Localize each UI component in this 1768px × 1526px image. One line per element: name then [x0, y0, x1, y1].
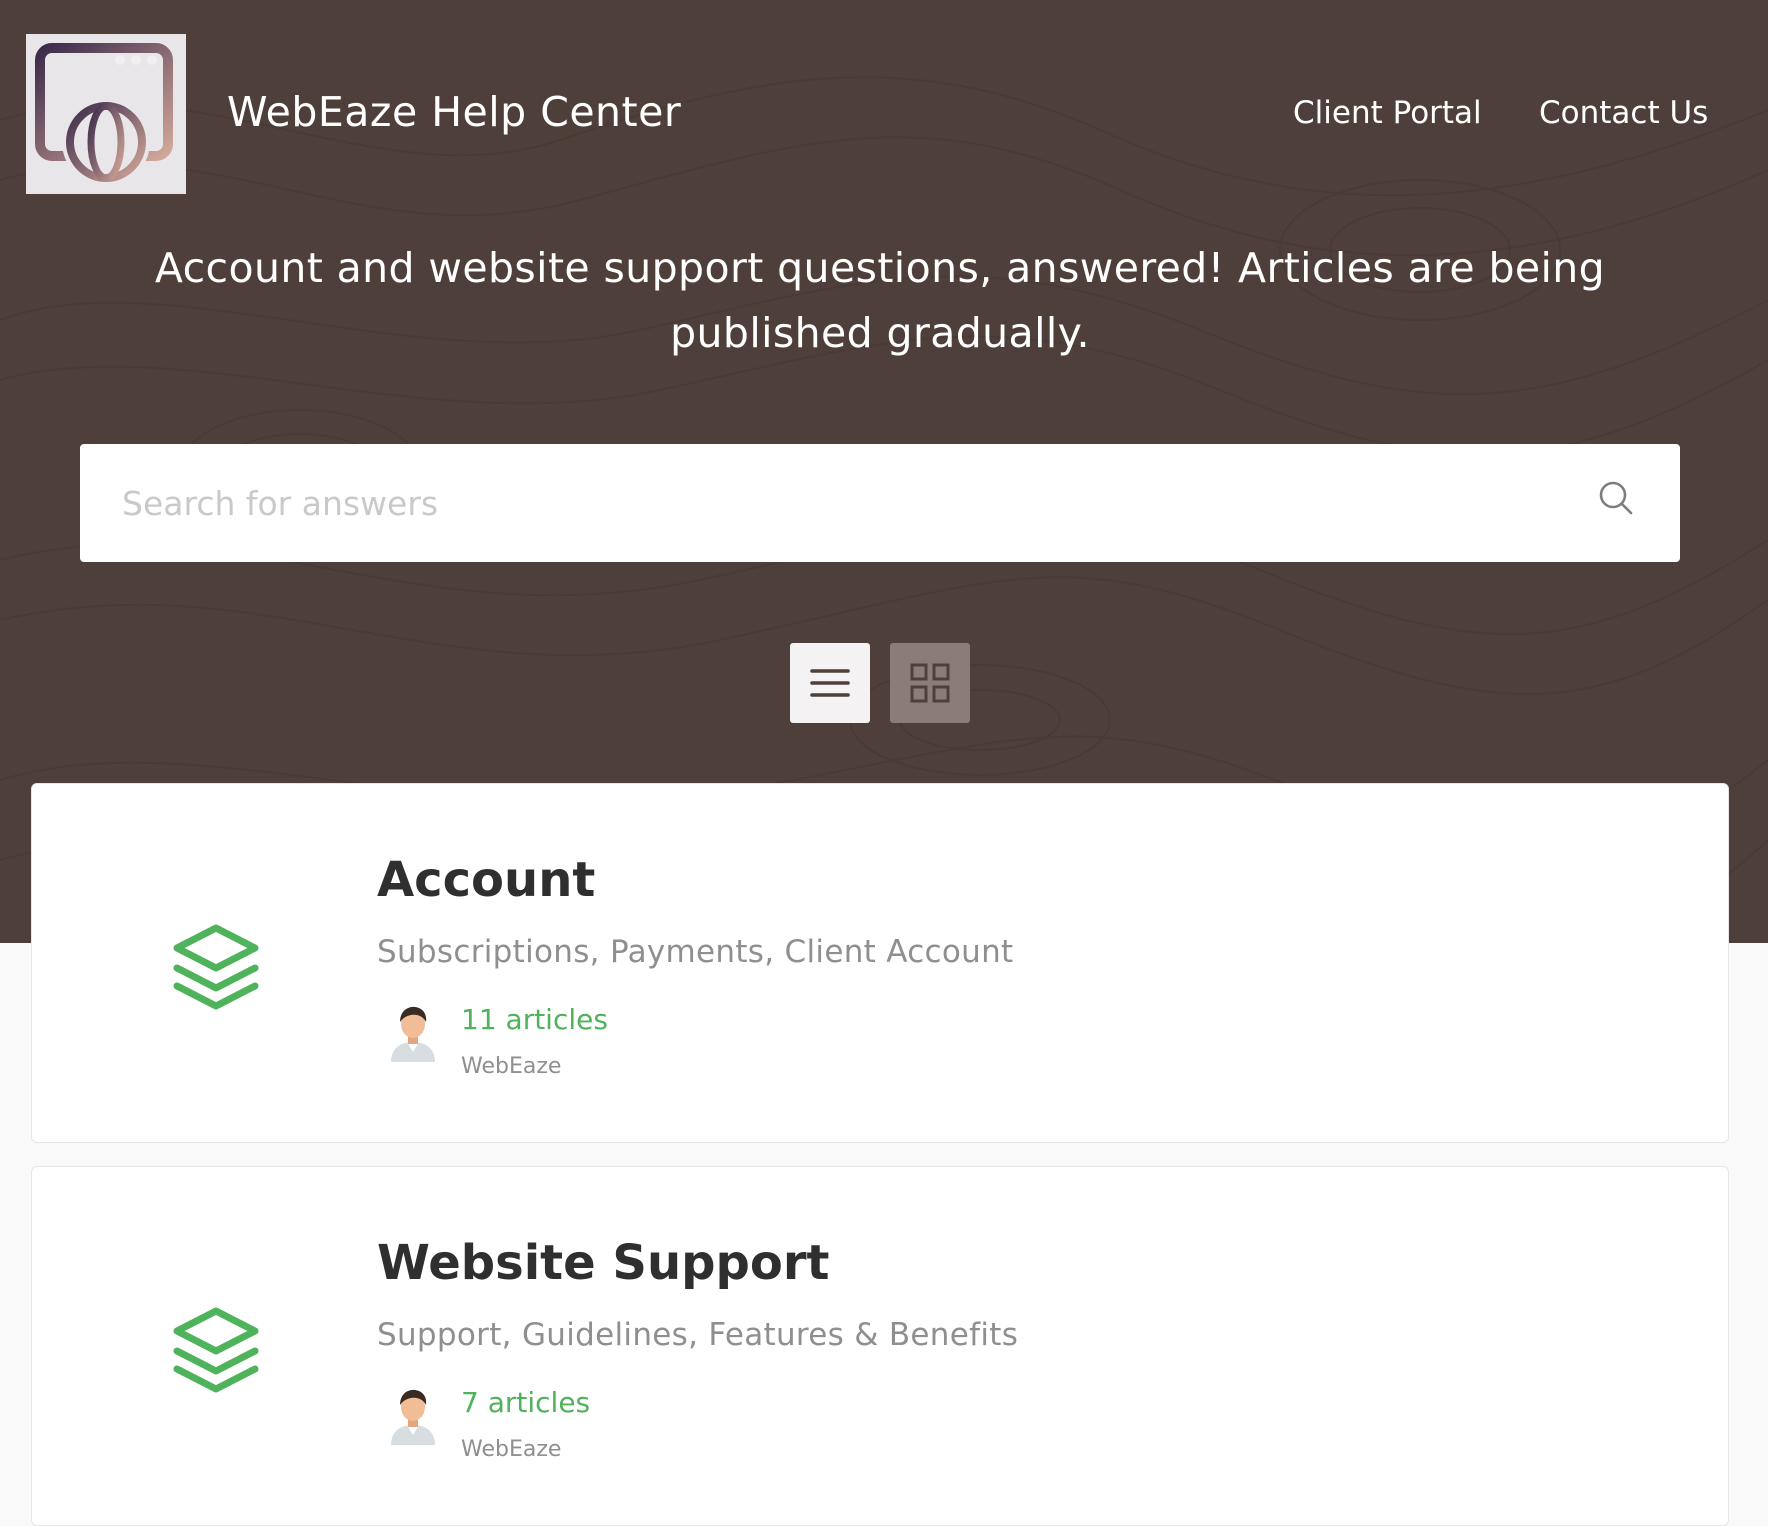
nav-contact-us-link[interactable]: Contact Us: [1539, 95, 1708, 131]
category-description: Support, Guidelines, Features & Benefits: [377, 1317, 1019, 1353]
author-name: WebEaze: [461, 1437, 562, 1462]
search-input[interactable]: [122, 444, 1562, 562]
search-bar[interactable]: [80, 444, 1680, 562]
layers-icon: [173, 924, 259, 1010]
layers-icon: [173, 1307, 259, 1393]
author-avatar: [391, 1389, 435, 1445]
list-icon: [810, 669, 850, 697]
category-title[interactable]: Account: [377, 852, 595, 908]
brand-logo[interactable]: [26, 34, 186, 194]
hero-tagline: Account and website support questions, a…: [154, 244, 1606, 357]
author-avatar: [391, 1006, 435, 1062]
category-description: Subscriptions, Payments, Client Account: [377, 934, 1014, 970]
category-card-website-support[interactable]: Website Support Support, Guidelines, Fea…: [31, 1166, 1729, 1526]
list-view-button[interactable]: [790, 643, 870, 723]
grid-icon: [910, 663, 950, 703]
category-title[interactable]: Website Support: [377, 1235, 829, 1291]
nav-client-portal-link[interactable]: Client Portal: [1293, 95, 1482, 131]
author-name: WebEaze: [461, 1054, 562, 1079]
category-card-account[interactable]: Account Subscriptions, Payments, Client …: [31, 783, 1729, 1143]
site-title[interactable]: WebEaze Help Center: [227, 88, 681, 136]
search-icon[interactable]: [1598, 480, 1634, 516]
browser-globe-icon: [35, 43, 173, 186]
grid-view-button[interactable]: [890, 643, 970, 723]
article-count-link[interactable]: 11 articles: [461, 1003, 608, 1036]
article-count-link[interactable]: 7 articles: [461, 1386, 590, 1419]
